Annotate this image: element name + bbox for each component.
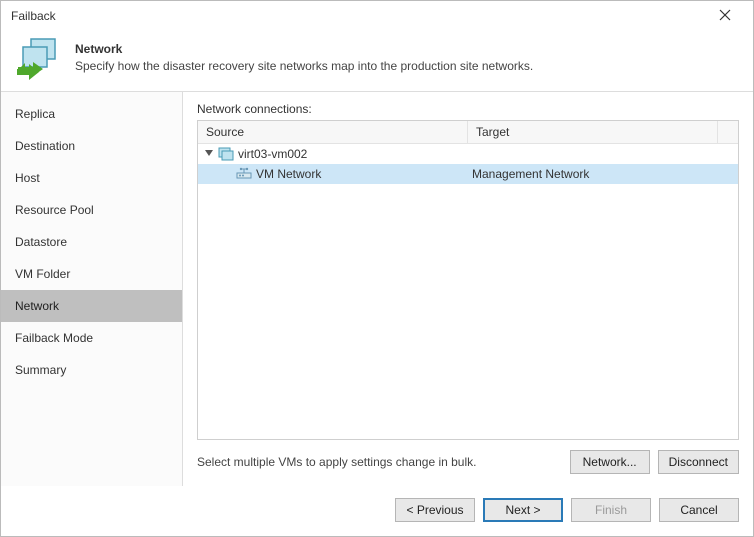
cancel-button[interactable]: Cancel [659, 498, 739, 522]
sidebar-step-destination[interactable]: Destination [1, 130, 182, 162]
sidebar-step-label: Network [15, 299, 59, 313]
sidebar-step-replica[interactable]: Replica [1, 98, 182, 130]
sidebar-step-label: VM Folder [15, 267, 70, 281]
grid-rows: virt03-vm002 [198, 144, 738, 439]
vm-icon [218, 147, 234, 161]
close-button[interactable] [705, 2, 745, 30]
column-header-label: Target [476, 125, 509, 139]
tree-vm-row[interactable]: virt03-vm002 [198, 144, 738, 164]
failback-icon [15, 33, 63, 81]
next-button[interactable]: Next > [483, 498, 563, 522]
page-description: Specify how the disaster recovery site n… [75, 59, 533, 73]
grid-header: Source Target [198, 121, 738, 144]
wizard-steps-sidebar: Replica Destination Host Resource Pool D… [1, 92, 183, 486]
column-header-label: Source [206, 125, 244, 139]
sidebar-step-vm-folder[interactable]: VM Folder [1, 258, 182, 290]
titlebar: Failback [1, 1, 753, 31]
network-connections-grid: Source Target [197, 120, 739, 440]
sidebar-step-summary[interactable]: Summary [1, 354, 182, 386]
tree-collapse-icon[interactable] [204, 149, 214, 159]
wizard-header-text: Network Specify how the disaster recover… [75, 42, 533, 73]
sidebar-step-resource-pool[interactable]: Resource Pool [1, 194, 182, 226]
network-icon [236, 167, 252, 181]
previous-button[interactable]: < Previous [395, 498, 475, 522]
sidebar-step-failback-mode[interactable]: Failback Mode [1, 322, 182, 354]
wizard-body: Replica Destination Host Resource Pool D… [1, 92, 753, 486]
wizard-footer: < Previous Next > Finish Cancel [1, 486, 753, 536]
sidebar-step-label: Resource Pool [15, 203, 94, 217]
column-header-source[interactable]: Source [198, 121, 468, 143]
bulk-hint: Select multiple VMs to apply settings ch… [197, 455, 562, 469]
sidebar-step-network[interactable]: Network [1, 290, 182, 322]
column-header-target[interactable]: Target [468, 121, 718, 143]
sidebar-step-label: Failback Mode [15, 331, 93, 345]
sidebar-step-label: Destination [15, 139, 75, 153]
tree-network-source-label: VM Network [256, 167, 321, 181]
page-title: Network [75, 42, 533, 56]
sidebar-step-label: Host [15, 171, 40, 185]
window-title: Failback [11, 9, 705, 23]
finish-button[interactable]: Finish [571, 498, 651, 522]
wizard-window: Failback Network Specify how the disaste… [0, 0, 754, 537]
column-header-end [718, 121, 738, 143]
section-label: Network connections: [197, 102, 739, 116]
tree-network-row[interactable]: VM Network Management Network [198, 164, 738, 184]
wizard-header: Network Specify how the disaster recover… [1, 31, 753, 92]
network-button[interactable]: Network... [570, 450, 650, 474]
tree-network-target-label: Management Network [472, 167, 589, 181]
grid-actions-row: Select multiple VMs to apply settings ch… [197, 440, 739, 486]
sidebar-step-host[interactable]: Host [1, 162, 182, 194]
sidebar-step-label: Summary [15, 363, 66, 377]
sidebar-step-label: Replica [15, 107, 55, 121]
sidebar-step-datastore[interactable]: Datastore [1, 226, 182, 258]
close-icon [719, 8, 731, 24]
disconnect-button[interactable]: Disconnect [658, 450, 739, 474]
wizard-main-panel: Network connections: Source Target [183, 92, 753, 486]
tree-vm-label: virt03-vm002 [238, 147, 307, 161]
sidebar-step-label: Datastore [15, 235, 67, 249]
